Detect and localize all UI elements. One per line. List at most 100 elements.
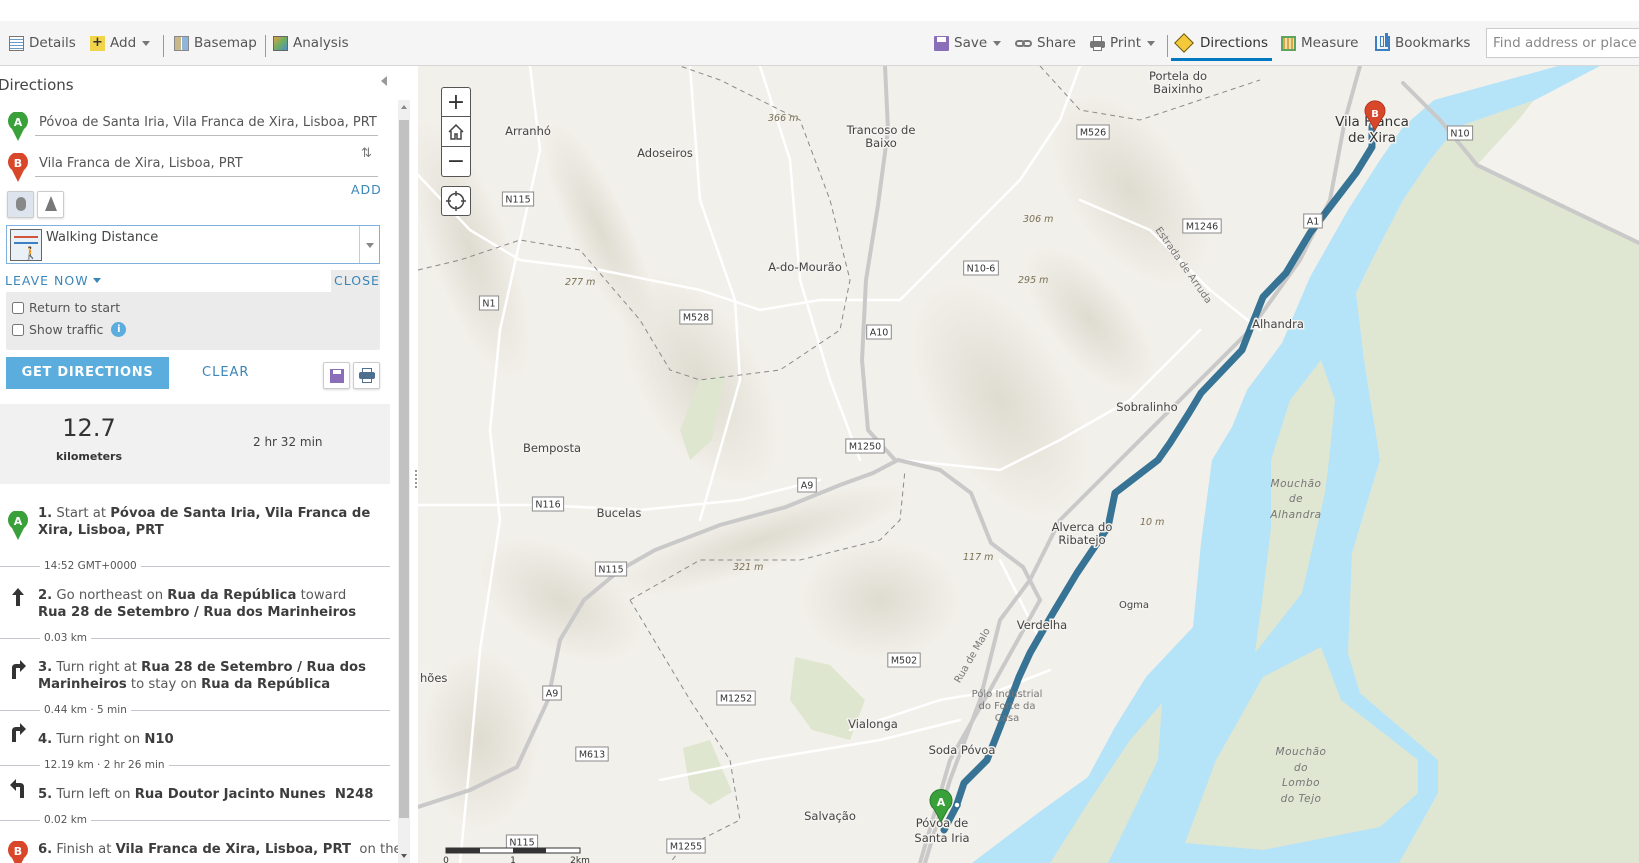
add-button[interactable]: + Add	[90, 32, 151, 54]
close-options-tab[interactable]: CLOSE	[331, 270, 380, 293]
get-directions-button[interactable]: GET DIRECTIONS	[6, 357, 169, 389]
basemap-label: Basemap	[194, 35, 257, 51]
share-button[interactable]: Share	[1015, 32, 1076, 54]
swap-stops-icon[interactable]: ⇅	[361, 146, 372, 161]
road-shield-label: M1255	[670, 842, 702, 853]
bookmarks-button[interactable]: Bookmarks	[1375, 32, 1470, 54]
bookmarks-icon	[1375, 32, 1390, 51]
stop-a-input[interactable]	[35, 110, 378, 136]
map-label: Santa Iria	[914, 831, 969, 845]
road-shield-label: M526	[1080, 128, 1106, 139]
direction-step[interactable]: 2. Go northeast on Rua da República towa…	[38, 587, 378, 621]
return-to-start-option[interactable]: Return to start	[12, 300, 120, 315]
map-label: B	[14, 845, 22, 858]
show-traffic-checkbox[interactable]	[12, 323, 24, 336]
print-icon	[1090, 35, 1105, 51]
road-shield: M502	[887, 652, 921, 668]
road-shield: M1246	[1182, 218, 1222, 234]
close-options-link[interactable]: CLOSE	[334, 273, 380, 288]
map-label: Portela do	[1149, 69, 1207, 83]
directions-button[interactable]: Directions	[1174, 32, 1268, 54]
road-shield: M1255	[666, 838, 706, 854]
print-label: Print	[1110, 35, 1142, 51]
locate-button[interactable]	[441, 186, 471, 216]
total-time: 2 hr 32 min	[253, 435, 323, 449]
travel-mode-select[interactable]: 🚶 Walking Distance	[6, 225, 380, 264]
road-shield-label: N115	[598, 565, 623, 576]
search-input[interactable]	[1486, 28, 1639, 58]
step-distance: 0.02 km	[40, 814, 92, 826]
road-shield-label: N1	[482, 299, 495, 310]
road-shield: A10	[866, 324, 892, 340]
analysis-button[interactable]: Analysis	[273, 32, 349, 54]
distance-unit: kilometers	[55, 450, 123, 463]
print-route-button[interactable]	[353, 362, 380, 389]
scroll-up-icon[interactable]	[401, 105, 407, 109]
map-label: Sobralinho	[1116, 400, 1177, 414]
map-label: Bemposta	[523, 441, 581, 455]
map-label: Alhandra	[1252, 317, 1304, 331]
chevron-down-icon	[142, 40, 151, 46]
map-label: Salvação	[804, 809, 856, 823]
road-shield: A9	[542, 685, 562, 701]
locate-crosshair-icon	[446, 191, 466, 211]
show-traffic-option[interactable]: Show traffic i	[12, 322, 127, 337]
panel-scrollbar[interactable]	[398, 100, 410, 863]
zoom-in-button[interactable]: +	[441, 87, 471, 117]
basemap-button[interactable]: Basemap	[174, 32, 257, 54]
clear-button[interactable]: CLEAR	[202, 365, 249, 380]
add-stop-mode-button[interactable]	[7, 191, 34, 218]
toolbar-divider	[265, 35, 266, 57]
add-barrier-button[interactable]	[37, 191, 64, 218]
scroll-down-icon[interactable]	[401, 854, 407, 858]
road-shield-label: N10	[1450, 129, 1469, 140]
print-button[interactable]: Print	[1090, 32, 1156, 54]
main-toolbar: Details + Add Basemap Analysis Save Shar…	[0, 21, 1639, 66]
collapse-panel-icon[interactable]	[381, 76, 387, 86]
map-label: Mouchão	[1276, 746, 1327, 758]
stop-b-input[interactable]	[35, 151, 378, 177]
scrollbar-thumb[interactable]	[399, 120, 409, 818]
details-button[interactable]: Details	[9, 32, 76, 54]
map-label: de	[1289, 493, 1303, 505]
save-route-button[interactable]	[323, 362, 350, 389]
road-shield-label: A10	[870, 328, 889, 339]
map-view[interactable]: Arranhó Adoseiros Trancoso de Baixo A-do…	[418, 66, 1639, 863]
road-shield: M528	[679, 309, 713, 325]
toolbar-divider	[163, 35, 164, 57]
home-button[interactable]	[441, 117, 471, 147]
add-label: Add	[110, 35, 137, 51]
direction-step[interactable]: 4. Turn right on N10	[38, 731, 378, 748]
measure-button[interactable]: Measure	[1281, 32, 1358, 54]
map-canvas[interactable]: Arranhó Adoseiros Trancoso de Baixo A-do…	[418, 66, 1639, 863]
leave-now-dropdown[interactable]: LEAVE NOW	[5, 273, 101, 288]
direction-step[interactable]: 3. Turn right at Rua 28 de Setembro / Ru…	[38, 659, 378, 693]
turn-right-icon	[8, 658, 28, 680]
zoom-out-button[interactable]: −	[441, 147, 471, 177]
direction-step[interactable]: 1. Start at Póvoa de Santa Iria, Vila Fr…	[38, 505, 378, 539]
road-shield-label: M1246	[1186, 222, 1218, 233]
road-shield: N115	[505, 834, 539, 850]
road-shield: N10	[1446, 125, 1474, 141]
map-label: Baixinho	[1153, 82, 1203, 96]
stop-a-pin-icon: A	[7, 111, 29, 142]
chevron-down-icon	[993, 40, 1002, 46]
road-shield-label: M1250	[849, 442, 881, 453]
road-shield-label: A1	[1307, 217, 1320, 228]
step-distance: 0.44 km · 5 min	[40, 704, 131, 716]
save-button[interactable]: Save	[934, 32, 1002, 54]
road-shield-label: N115	[509, 838, 534, 849]
route-summary: 12.7 kilometers 2 hr 32 min	[0, 404, 390, 484]
return-to-start-checkbox[interactable]	[12, 301, 24, 314]
info-icon[interactable]: i	[111, 322, 127, 337]
road-shield: M1250	[845, 438, 885, 454]
panel-resize-handle[interactable]	[415, 470, 417, 490]
add-stop-link[interactable]: ADD	[351, 182, 382, 197]
step-start-pin-icon: A	[7, 510, 29, 541]
directions-icon	[1174, 33, 1194, 53]
direction-step[interactable]: 6. Finish at Vila Franca de Xira, Lisboa…	[38, 841, 398, 858]
step-distance: 0.03 km	[40, 632, 92, 644]
direction-step[interactable]: 5. Turn left on Rua Doutor Jacinto Nunes…	[38, 786, 378, 803]
road-shield-label: M502	[891, 656, 917, 667]
step-distance: 12.19 km · 2 hr 26 min	[40, 759, 169, 771]
